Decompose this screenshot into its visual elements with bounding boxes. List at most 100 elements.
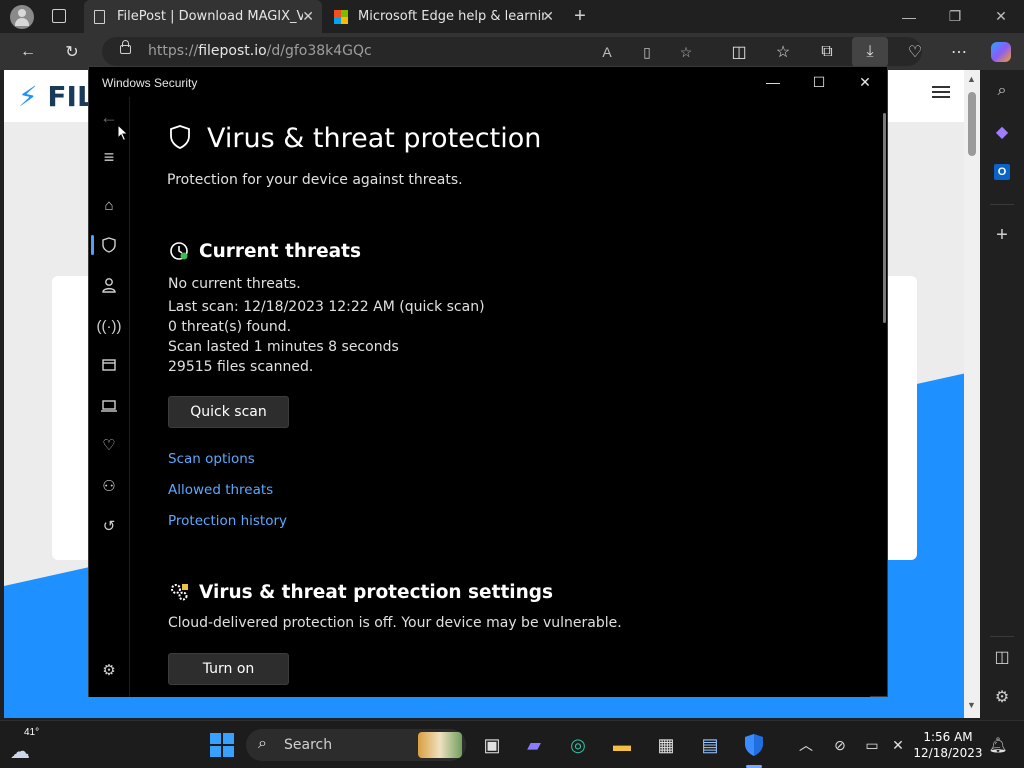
content-scrollbar[interactable] [883,113,886,323]
tab-edge-help[interactable]: Microsoft Edge help & learning ✕ [324,0,562,33]
taskbar-search[interactable]: ⌕ Search [246,729,466,761]
shield-header-icon [168,125,192,149]
quick-scan-button[interactable]: Quick scan [168,396,289,428]
site-menu-icon[interactable] [932,86,950,98]
file-explorer-icon[interactable]: ▬ [608,731,636,759]
allowed-threats-link[interactable]: Allowed threats [168,482,273,498]
url-text: https://filepost.io/d/gfo38k4GQc [148,43,372,59]
downloads-icon[interactable]: ⤓ [852,37,888,67]
outlook-icon[interactable]: O [991,161,1013,183]
new-tab-button[interactable]: + [568,4,592,28]
page-scrollbar[interactable]: ▲ ▼ [964,70,980,718]
settings-heading: Virus & threat protection settings [199,582,554,603]
task-view-icon[interactable]: ▣ [478,731,506,759]
window-title-bar[interactable]: Windows Security — ☐ ✕ [89,67,887,97]
tab-filepost[interactable]: FilePost | Download MAGIX_Vega ✕ [84,0,322,33]
sidebar-divider [990,636,1014,637]
close-browser-button[interactable]: ✕ [978,0,1024,33]
site-logo[interactable]: ⚡ FIL [18,80,95,113]
scan-duration-line: Scan lasted 1 minutes 8 seconds [168,339,399,355]
minimize-button[interactable]: — [750,67,796,97]
heart-pulse-icon[interactable]: ♡ [97,433,121,457]
collections-icon[interactable]: ⧉ [812,37,842,67]
volume-muted-icon[interactable]: ✕ [884,731,912,759]
favorites-icon[interactable]: ☆ [768,37,798,67]
turn-on-button[interactable]: Turn on [168,653,289,685]
teams-chat-icon[interactable]: ▰ [520,731,548,759]
threats-found-line: 0 threat(s) found. [168,319,292,335]
scroll-up-icon[interactable]: ▲ [967,74,976,84]
start-button[interactable] [208,731,236,759]
security-content: Virus & threat protection Protection for… [130,97,870,697]
show-hidden-icons-chevron[interactable]: ︿ [792,731,820,759]
system-clock[interactable]: 1:56 AM 12/18/2023 [912,729,984,761]
scan-options-link[interactable]: Scan options [168,451,255,467]
close-button[interactable]: ✕ [842,67,888,97]
window-title: Windows Security [102,76,198,90]
maximize-button[interactable]: ☐ [796,67,842,97]
microsoft-store-icon[interactable]: ▦ [652,731,680,759]
scan-clock-icon [167,239,191,263]
protection-history-link[interactable]: Protection history [168,513,287,529]
lock-shackle [122,40,129,47]
tab-actions-icon[interactable] [52,9,66,23]
windows-security-window: Windows Security — ☐ ✕ ← ≡ ⌂ ((·)) ♡ ⚇ ↺… [88,66,888,697]
display-icon[interactable]: ▭ [858,731,886,759]
microsoft-logo-icon [334,9,348,24]
split-screen-icon[interactable]: ◫ [724,37,754,67]
weather-widget[interactable]: ☁ 41° [10,727,50,763]
sidebar-settings-icon[interactable]: ⚙ [991,686,1013,708]
security-nav: ← ≡ ⌂ ((·)) ♡ ⚇ ↺ ⚙ [89,97,129,697]
close-tab-icon[interactable]: ✕ [542,9,554,25]
current-threats-heading: Current threats [199,241,362,262]
browser-toolbar: ← ↻ https://filepost.io/d/gfo38k4GQc A ▯… [0,33,1024,70]
cloud-icon: ☁ [10,741,30,763]
notification-bell-icon[interactable]: 🔔︎ [984,731,1012,759]
clock-date: 12/18/2023 [913,746,983,760]
app-browser-icon[interactable] [97,353,121,377]
read-aloud-icon[interactable]: A [596,41,618,63]
photos-icon[interactable]: ▤ [696,731,724,759]
wifi-icon[interactable]: ((·)) [97,314,122,338]
address-bar[interactable]: https://filepost.io/d/gfo38k4GQc A ▯ ☆ [102,37,922,66]
settings-gears-icon [167,580,191,604]
refresh-button[interactable]: ↻ [57,37,87,67]
windows-security-taskbar-icon[interactable] [740,731,768,759]
scrollbar-thumb[interactable] [968,92,976,156]
search-icon[interactable]: ⌕ [991,80,1013,102]
edge-sidebar: ⌕ ◆ O + ◫ ⚙ [980,70,1024,720]
taskbar: ☁ 41° ⌕ Search ▣ ▰ ◎ ▬ ▦ ▤ ︿ ⊘ ▭ ✕ 1:56 … [0,720,1024,768]
add-sidebar-app-icon[interactable]: + [991,224,1013,246]
shield-icon[interactable] [97,233,121,257]
copilot-sidebar-icon[interactable]: ◆ [991,121,1013,143]
page-title: Virus & threat protection [207,123,542,154]
account-icon[interactable] [97,273,121,297]
tab-label: FilePost | Download MAGIX_Vega [117,9,303,24]
search-icon: ⌕ [258,735,267,752]
edge-taskbar-icon[interactable]: ◎ [564,731,592,759]
hamburger-icon[interactable]: ≡ [97,145,121,169]
settings-gear-icon[interactable]: ⚙ [97,658,121,682]
immersive-reader-icon[interactable]: ▯ [636,41,658,63]
weather-temp: 41° [24,727,40,738]
tab-label: Microsoft Edge help & learning [358,9,544,24]
history-icon[interactable]: ↺ [97,514,121,538]
profile-avatar[interactable] [10,5,34,29]
back-button[interactable]: ← [13,37,43,67]
browser-essentials-icon[interactable]: ♡ [900,37,930,67]
search-highlight-icon [418,732,462,758]
laptop-icon[interactable] [97,394,121,418]
threat-status-line: No current threats. [168,276,301,292]
close-tab-icon[interactable]: ✕ [302,9,314,25]
family-icon[interactable]: ⚇ [97,474,121,498]
more-menu-icon[interactable]: ⋯ [944,37,974,67]
hide-sidebar-icon[interactable]: ◫ [991,646,1013,668]
copilot-icon[interactable] [986,37,1016,67]
minimize-browser-button[interactable]: — [886,0,932,33]
avatar-head [18,9,26,17]
restore-browser-button[interactable]: ❐ [932,0,978,33]
favorite-star-icon[interactable]: ☆ [675,41,697,63]
scroll-down-icon[interactable]: ▼ [967,700,976,710]
network-offline-icon[interactable]: ⊘ [826,731,854,759]
home-icon[interactable]: ⌂ [97,193,121,217]
